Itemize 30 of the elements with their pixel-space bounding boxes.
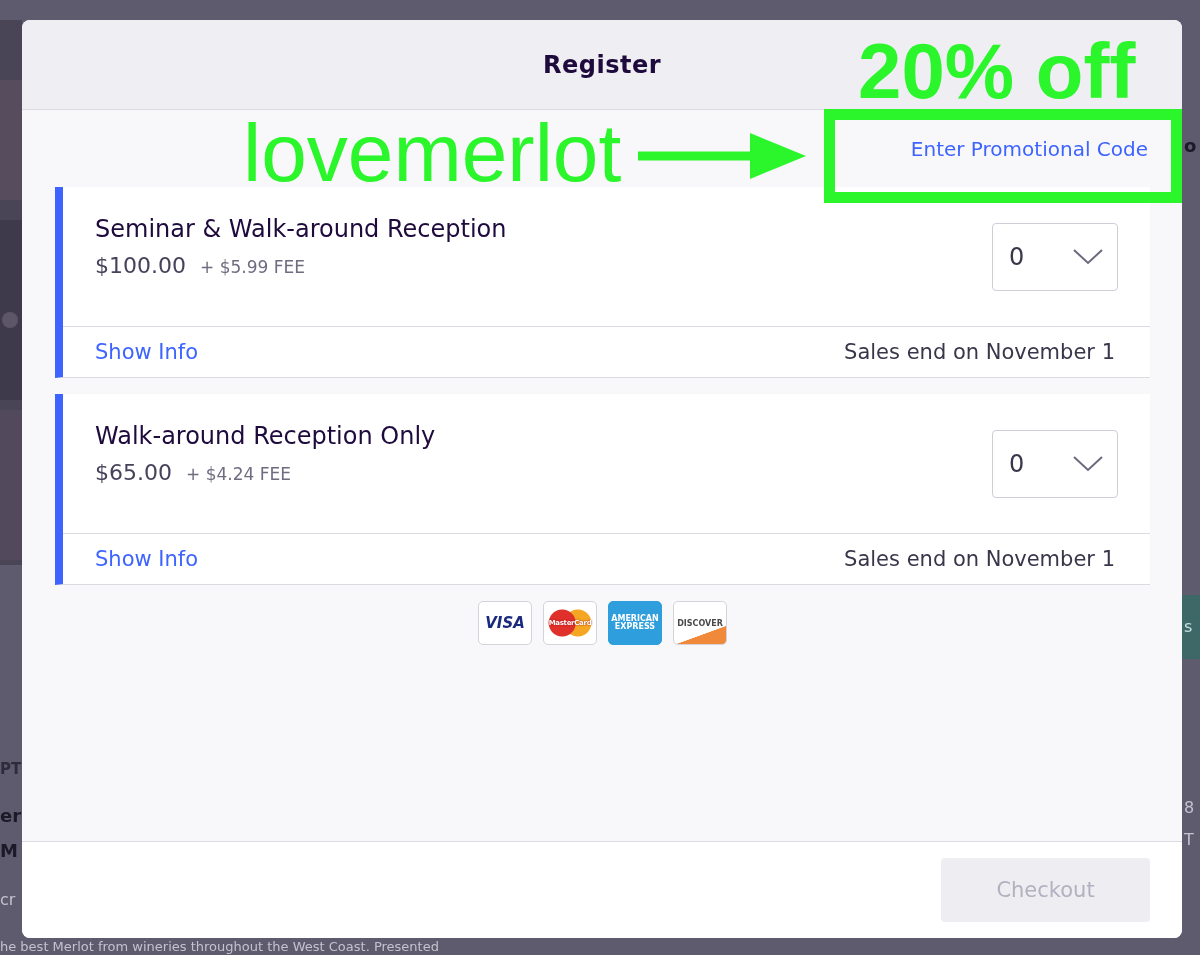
discount-annotation: 20% off <box>858 32 1136 110</box>
show-info-link[interactable]: Show Info <box>95 547 199 571</box>
promo-code-annotation: lovemerlot <box>243 112 622 194</box>
chevron-down-icon <box>1073 455 1103 472</box>
quantity-select[interactable]: 0 <box>992 429 1118 498</box>
page-button[interactable]: s <box>1182 595 1200 659</box>
ticket-price: $65.00 <box>95 460 172 485</box>
page-text: T <box>1184 830 1194 849</box>
dialog-title: Register <box>542 50 661 79</box>
discover-logo: DISCOVER <box>673 601 727 645</box>
sales-end-text: Sales end on November 1 <box>844 547 1115 571</box>
page-text: 8 <box>1184 798 1195 817</box>
arrow-icon <box>638 131 808 181</box>
amex-logo: AMERICAN EXPRESS <box>608 601 662 645</box>
ticket-price: $100.00 <box>95 253 186 278</box>
page-text: cr <box>0 890 16 909</box>
visa-logo: VISA <box>478 601 532 645</box>
show-info-link[interactable]: Show Info <box>95 340 199 364</box>
promo-code-link[interactable]: Enter Promotional Code <box>910 136 1148 161</box>
ticket-name: Walk-around Reception Only <box>95 422 436 450</box>
page-text: o <box>1184 135 1197 156</box>
event-description: he best Merlot from wineries throughout the West Coast. Presented <box>0 939 439 954</box>
page-text: M <box>0 840 18 861</box>
page-text: er <box>0 805 22 826</box>
ticket-name: Seminar & Walk-around Reception <box>95 215 507 243</box>
ticket-fee: + $5.99 FEE <box>200 257 305 277</box>
sales-end-text: Sales end on November 1 <box>844 340 1115 364</box>
quantity-select[interactable]: 0 <box>992 222 1118 291</box>
chevron-down-icon <box>1073 248 1103 265</box>
ticket-fee: + $4.24 FEE <box>186 464 291 484</box>
